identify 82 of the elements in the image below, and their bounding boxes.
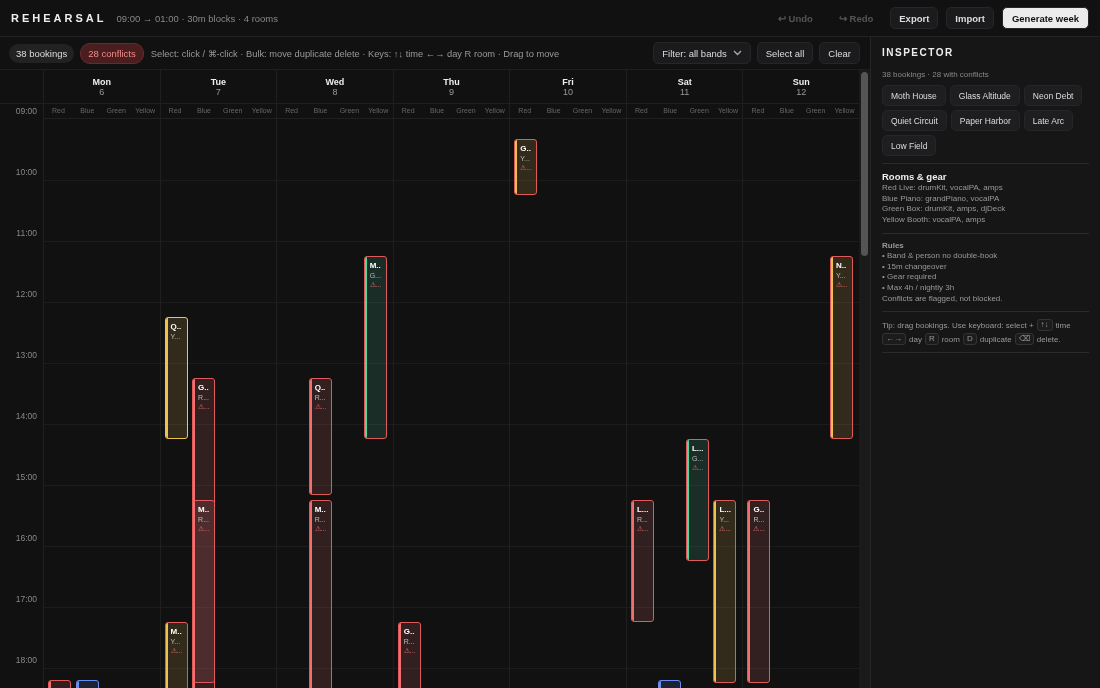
band-initial: G.. [403, 627, 416, 638]
tip-text: time [1055, 320, 1071, 330]
day-name: Sat [677, 76, 692, 87]
band-chip[interactable]: Paper Harbor [950, 110, 1020, 131]
keyboard-hint: Select: click / ⌘-click · Bulk: move duplicate delete · Keys: ↑↓ time ←→ day R room · Drag to move [150, 47, 560, 59]
tip-text: duplicate [979, 334, 1012, 344]
key-cap: D [962, 333, 977, 346]
hour-label: 11:00 [16, 228, 37, 238]
hour-label: 13:00 [15, 350, 37, 360]
day-name: Mon [92, 76, 112, 87]
day-name: Wed [325, 76, 345, 87]
app-subtitle: 09:00 → 01:00 · 30m blocks · 4 rooms [116, 12, 279, 24]
tip-text: day [909, 334, 922, 344]
inspector-title: INSPECTOR [882, 47, 955, 58]
key-cap: ↑↓ [1036, 319, 1053, 332]
tip-text: delete. [1036, 334, 1061, 344]
day-date: 8 [332, 86, 338, 97]
gear-line: Green Box: drumKit, amps, djDeck [882, 204, 1007, 216]
inspector-summary: 38 bookings · 28 with conflicts [882, 70, 990, 79]
day-name: Thu [443, 76, 460, 87]
band-initial: L... [636, 505, 650, 516]
key-cap: ←→ [882, 333, 906, 346]
count-badge: 38 bookings [9, 43, 75, 63]
scrollbar[interactable] [859, 70, 870, 688]
hour-label: 09:00 [15, 106, 37, 116]
rule-line: • Max 4h / nightly 3h [882, 282, 956, 294]
hour-label: 14:00 [15, 411, 37, 421]
hour-label: 18:00 [15, 655, 37, 665]
section-title: Rules [882, 240, 905, 250]
rule-line: • 15m changeover [882, 261, 948, 273]
band-chip[interactable]: Low Field [882, 135, 937, 156]
rule-line: • Band & person no double-book [882, 250, 999, 262]
band-initial: L... [719, 505, 732, 516]
band-initial: L... [691, 444, 705, 455]
rule-line: • Gear required [882, 272, 938, 283]
day-date: 12 [796, 86, 807, 97]
band-chip[interactable]: Neon Debt [1023, 85, 1083, 106]
toolbar-button[interactable]: Select all [756, 42, 814, 64]
section-title: Rooms & gear [882, 171, 948, 182]
band-chip[interactable]: Glass Altitude [949, 85, 1020, 106]
chevron-icon [732, 50, 742, 56]
band-chip[interactable]: Late Arc [1023, 110, 1073, 131]
day-name: Fri [562, 76, 574, 87]
band-chip[interactable]: Moth House [882, 85, 946, 106]
band-initial: G.. [520, 144, 532, 155]
band-initial: Q.. [314, 383, 327, 394]
gear-line: Blue Piano: grandPiano, vocalPA [882, 193, 1001, 205]
day-name: Sun [792, 76, 810, 87]
hour-label: 16:00 [15, 533, 37, 543]
rule-line: Conflicts are flagged, not blocked. [882, 293, 1004, 305]
band-initial: G.. [753, 505, 766, 516]
band-initial: N.. [835, 261, 848, 272]
toolbar-button[interactable]: Generate week [1001, 7, 1089, 29]
app-title: REHEARSAL [11, 12, 107, 24]
count-badge: 28 conflicts [80, 42, 144, 64]
toolbar-button[interactable]: Clear [819, 42, 860, 64]
day-date: 7 [215, 86, 221, 97]
hour-label: 15:00 [15, 472, 37, 482]
gear-line: Yellow Booth: vocalPA, amps [882, 215, 987, 226]
gear-line: Red Live: drumKit, vocalPA, amps [882, 183, 1004, 194]
tip-text: Tip: drag bookings. Use keyboard: select + [882, 320, 1034, 330]
band-chip[interactable]: Quiet Circuit [882, 110, 947, 131]
toolbar-button[interactable]: Export [890, 7, 939, 29]
key-cap: R [924, 333, 939, 346]
band-initial: M.. [369, 261, 382, 272]
hour-label: 10:00 [15, 167, 37, 177]
day-date: 11 [680, 86, 690, 97]
hour-label: 12:00 [15, 289, 37, 299]
day-date: 6 [99, 86, 105, 97]
day-name: Tue [210, 76, 227, 87]
band-initial: M.. [198, 505, 211, 516]
band-initial: M.. [170, 627, 183, 638]
day-date: 9 [449, 86, 455, 97]
tip-text: room [941, 334, 960, 344]
hour-label: 17:00 [15, 594, 37, 604]
toolbar-button[interactable]: Import [946, 7, 994, 29]
band-initial: M.. [314, 505, 327, 516]
band-initial: Q.. [170, 322, 183, 333]
band-initial: G.. [198, 383, 210, 394]
key-cap: ⌫ [1014, 333, 1034, 346]
day-date: 10 [563, 86, 574, 97]
filter-dropdown[interactable]: Filter: all bands [653, 42, 751, 64]
